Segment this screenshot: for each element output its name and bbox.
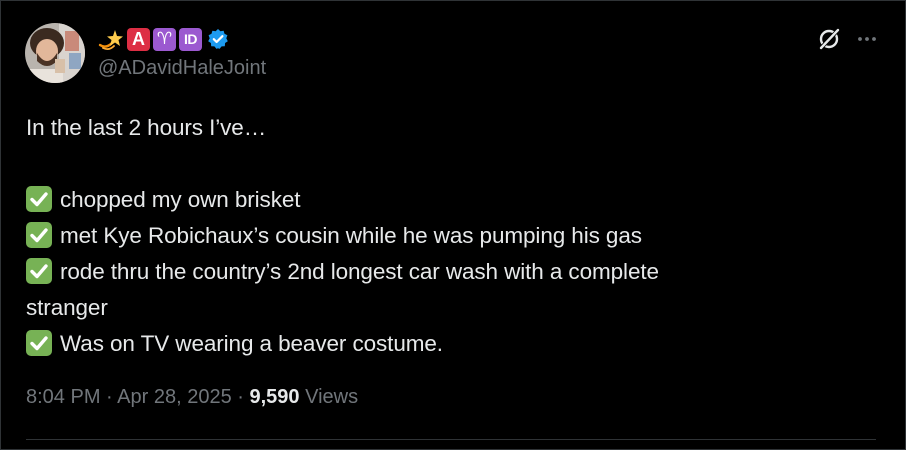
meta-separator: ·: [237, 386, 244, 408]
checklist-item: met Kye Robichaux’s cousin while he was …: [26, 218, 866, 254]
tweet-text: In the last 2 hours I’ve… chopped my own…: [26, 110, 866, 362]
divider: [26, 439, 876, 440]
avatar-image: [25, 23, 85, 83]
meta-separator: ·: [106, 386, 113, 408]
aries-emoji-icon: ♈: [153, 27, 176, 51]
views-label: Views: [305, 386, 359, 408]
check-mark-button-icon: [26, 186, 52, 212]
checklist-item: Was on TV wearing a beaver costume.: [26, 326, 866, 362]
id-button-emoji-icon: ID: [179, 27, 202, 51]
verified-badge-icon[interactable]: [207, 28, 229, 50]
views-group[interactable]: 9,590 Views: [250, 386, 359, 408]
check-mark-button-icon: [26, 258, 52, 284]
a-button-emoji-icon: A: [127, 27, 150, 51]
tweet-timestamp-link[interactable]: 8:04 PM · Apr 28, 2025: [26, 386, 232, 408]
checklist-item: chopped my own brisket: [26, 182, 866, 218]
views-count: 9,590: [249, 386, 300, 408]
checklist-item-text: rode thru the country’s 2nd longest car …: [60, 259, 659, 284]
author-handle[interactable]: @ADavidHaleJoint: [98, 57, 266, 80]
tweet-intro: In the last 2 hours I’ve…: [26, 115, 267, 140]
checklist-item-text: met Kye Robichaux’s cousin while he was …: [60, 223, 642, 248]
tweet-date: Apr 28, 2025: [117, 386, 232, 408]
check-mark-button-icon: [26, 330, 52, 356]
display-name[interactable]: A ♈ ID: [98, 25, 229, 53]
check-mark-button-icon: [26, 222, 52, 248]
more-options-icon[interactable]: [856, 28, 878, 50]
tweet-meta: 8:04 PM · Apr 28, 2025 · 9,590 Views: [26, 386, 358, 409]
tweet-time: 8:04 PM: [26, 386, 101, 408]
dizzy-icon: [98, 30, 123, 51]
checklist-item-text: chopped my own brisket: [60, 187, 301, 212]
grok-icon[interactable]: [816, 26, 842, 52]
checklist-item: rode thru the country’s 2nd longest car …: [26, 254, 866, 290]
tweet-top-actions: [816, 26, 878, 52]
tweet-card[interactable]: A ♈ ID @ADavidHaleJoint In the last 2 ho…: [0, 0, 906, 450]
checklist-item-continuation: stranger: [26, 295, 108, 320]
checklist-item-text: Was on TV wearing a beaver costume.: [60, 331, 443, 356]
author-avatar[interactable]: [25, 23, 85, 83]
